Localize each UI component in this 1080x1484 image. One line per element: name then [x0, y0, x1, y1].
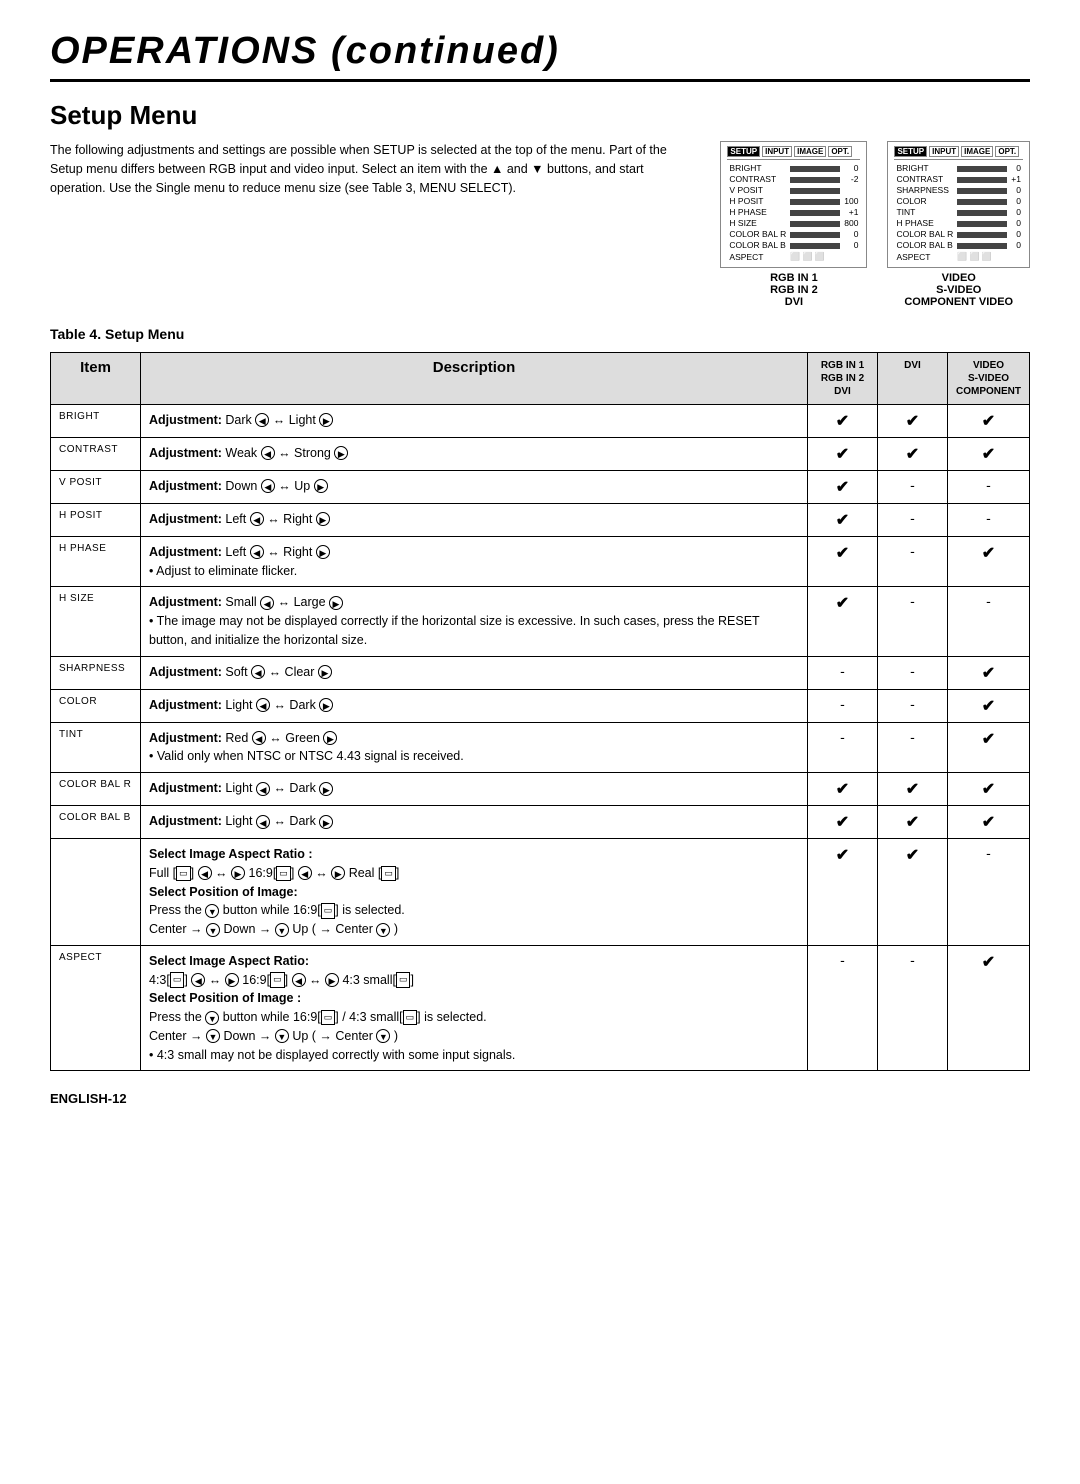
table-row: COLOR BAL RAdjustment: Light ◀ ↔ Dark ▶✔… [51, 773, 1030, 806]
footer-text: ENGLISH-12 [50, 1091, 1030, 1106]
col-dvi-header: DVI [878, 352, 948, 404]
dash-cell: - [808, 689, 878, 722]
dash-cell: - [948, 839, 1030, 946]
table-row: BRIGHTAdjustment: Dark ◀ ↔ Light ▶✔✔✔ [51, 404, 1030, 437]
dash-cell: - [878, 470, 948, 503]
item-cell: ASPECT [51, 945, 141, 1071]
table-row: H PHASEAdjustment: Left ◀ ↔ Right ▶• Adj… [51, 536, 1030, 587]
check-cell: ✔ [948, 536, 1030, 587]
dash-cell: - [948, 503, 1030, 536]
check-cell: ✔ [948, 404, 1030, 437]
item-cell: H POSIT [51, 503, 141, 536]
dash-cell: - [878, 503, 948, 536]
table-row: ASPECTSelect Image Aspect Ratio:4:3[▭] ◀… [51, 945, 1030, 1071]
rgb-menu-screenshot: SETUP INPUT IMAGE OPT. BRIGHT0 CONTRAST-… [720, 141, 867, 308]
table-row: V POSITAdjustment: Down ◀ ↔ Up ▶✔-- [51, 470, 1030, 503]
check-cell: ✔ [808, 404, 878, 437]
check-cell: ✔ [878, 839, 948, 946]
desc-cell: Adjustment: Left ◀ ↔ Right ▶• Adjust to … [141, 536, 808, 587]
check-cell: ✔ [948, 689, 1030, 722]
check-cell: ✔ [878, 404, 948, 437]
check-cell: ✔ [808, 503, 878, 536]
desc-cell: Select Image Aspect Ratio:4:3[▭] ◀ ↔ ▶ 1… [141, 945, 808, 1071]
dash-cell: - [878, 722, 948, 773]
item-cell: SHARPNESS [51, 656, 141, 689]
item-cell: BRIGHT [51, 404, 141, 437]
item-cell: V POSIT [51, 470, 141, 503]
desc-cell: Adjustment: Weak ◀ ↔ Strong ▶ [141, 437, 808, 470]
page-title: OPERATIONS (continued) [50, 30, 1030, 82]
desc-cell: Adjustment: Soft ◀ ↔ Clear ▶ [141, 656, 808, 689]
check-cell: ✔ [878, 806, 948, 839]
check-cell: ✔ [808, 773, 878, 806]
video-menu-screenshot: SETUP INPUT IMAGE OPT. BRIGHT0 CONTRAST+… [887, 141, 1030, 308]
dash-cell: - [808, 656, 878, 689]
item-cell: TINT [51, 722, 141, 773]
item-cell: COLOR BAL R [51, 773, 141, 806]
item-cell: H PHASE [51, 536, 141, 587]
item-cell: H SIZE [51, 587, 141, 656]
check-cell: ✔ [878, 773, 948, 806]
menu-screenshots: SETUP INPUT IMAGE OPT. BRIGHT0 CONTRAST-… [720, 141, 1030, 308]
table-row: TINTAdjustment: Red ◀ ↔ Green ▶• Valid o… [51, 722, 1030, 773]
table-row: Select Image Aspect Ratio :Full [▭] ◀ ↔ … [51, 839, 1030, 946]
check-cell: ✔ [948, 806, 1030, 839]
dash-cell: - [948, 587, 1030, 656]
col-rgb-header: RGB IN 1RGB IN 2DVI [808, 352, 878, 404]
rgb-label: RGB IN 1RGB IN 2DVI [770, 272, 818, 308]
dash-cell: - [808, 722, 878, 773]
dash-cell: - [948, 470, 1030, 503]
dash-cell: - [878, 656, 948, 689]
dash-cell: - [878, 945, 948, 1071]
check-cell: ✔ [808, 437, 878, 470]
dash-cell: - [878, 587, 948, 656]
item-cell: COLOR BAL B [51, 806, 141, 839]
check-cell: ✔ [948, 773, 1030, 806]
check-cell: ✔ [808, 839, 878, 946]
dash-cell: - [878, 536, 948, 587]
desc-cell: Adjustment: Light ◀ ↔ Dark ▶ [141, 806, 808, 839]
table-row: COLORAdjustment: Light ◀ ↔ Dark ▶--✔ [51, 689, 1030, 722]
rgb-menu-box: SETUP INPUT IMAGE OPT. BRIGHT0 CONTRAST-… [720, 141, 867, 268]
table-row: COLOR BAL BAdjustment: Light ◀ ↔ Dark ▶✔… [51, 806, 1030, 839]
check-cell: ✔ [948, 722, 1030, 773]
check-cell: ✔ [948, 656, 1030, 689]
video-menu-box: SETUP INPUT IMAGE OPT. BRIGHT0 CONTRAST+… [887, 141, 1030, 268]
desc-cell: Adjustment: Small ◀ ↔ Large ▶• The image… [141, 587, 808, 656]
desc-cell: Adjustment: Left ◀ ↔ Right ▶ [141, 503, 808, 536]
col-vid-header: VIDEOS-VIDEOCOMPONENT [948, 352, 1030, 404]
col-desc-header: Description [141, 352, 808, 404]
check-cell: ✔ [808, 587, 878, 656]
check-cell: ✔ [948, 437, 1030, 470]
check-cell: ✔ [878, 437, 948, 470]
check-cell: ✔ [808, 536, 878, 587]
desc-cell: Adjustment: Light ◀ ↔ Dark ▶ [141, 689, 808, 722]
table-row: H SIZEAdjustment: Small ◀ ↔ Large ▶• The… [51, 587, 1030, 656]
item-cell [51, 839, 141, 946]
table-row: SHARPNESSAdjustment: Soft ◀ ↔ Clear ▶--✔ [51, 656, 1030, 689]
table-label: Table 4. Setup Menu [50, 326, 1030, 342]
table-row: CONTRASTAdjustment: Weak ◀ ↔ Strong ▶✔✔✔ [51, 437, 1030, 470]
dash-cell: - [878, 689, 948, 722]
desc-cell: Select Image Aspect Ratio :Full [▭] ◀ ↔ … [141, 839, 808, 946]
col-item-header: Item [51, 352, 141, 404]
section-title: Setup Menu [50, 100, 1030, 131]
check-cell: ✔ [808, 806, 878, 839]
desc-cell: Adjustment: Dark ◀ ↔ Light ▶ [141, 404, 808, 437]
setup-menu-table: Item Description RGB IN 1RGB IN 2DVI DVI… [50, 352, 1030, 1072]
item-cell: COLOR [51, 689, 141, 722]
check-cell: ✔ [808, 470, 878, 503]
intro-text: The following adjustments and settings a… [50, 141, 690, 308]
video-label: VIDEOS-VIDEOCOMPONENT VIDEO [904, 272, 1013, 308]
intro-area: The following adjustments and settings a… [50, 141, 1030, 308]
desc-cell: Adjustment: Light ◀ ↔ Dark ▶ [141, 773, 808, 806]
desc-cell: Adjustment: Red ◀ ↔ Green ▶• Valid only … [141, 722, 808, 773]
table-row: H POSITAdjustment: Left ◀ ↔ Right ▶✔-- [51, 503, 1030, 536]
check-cell: ✔ [948, 945, 1030, 1071]
item-cell: CONTRAST [51, 437, 141, 470]
desc-cell: Adjustment: Down ◀ ↔ Up ▶ [141, 470, 808, 503]
dash-cell: - [808, 945, 878, 1071]
